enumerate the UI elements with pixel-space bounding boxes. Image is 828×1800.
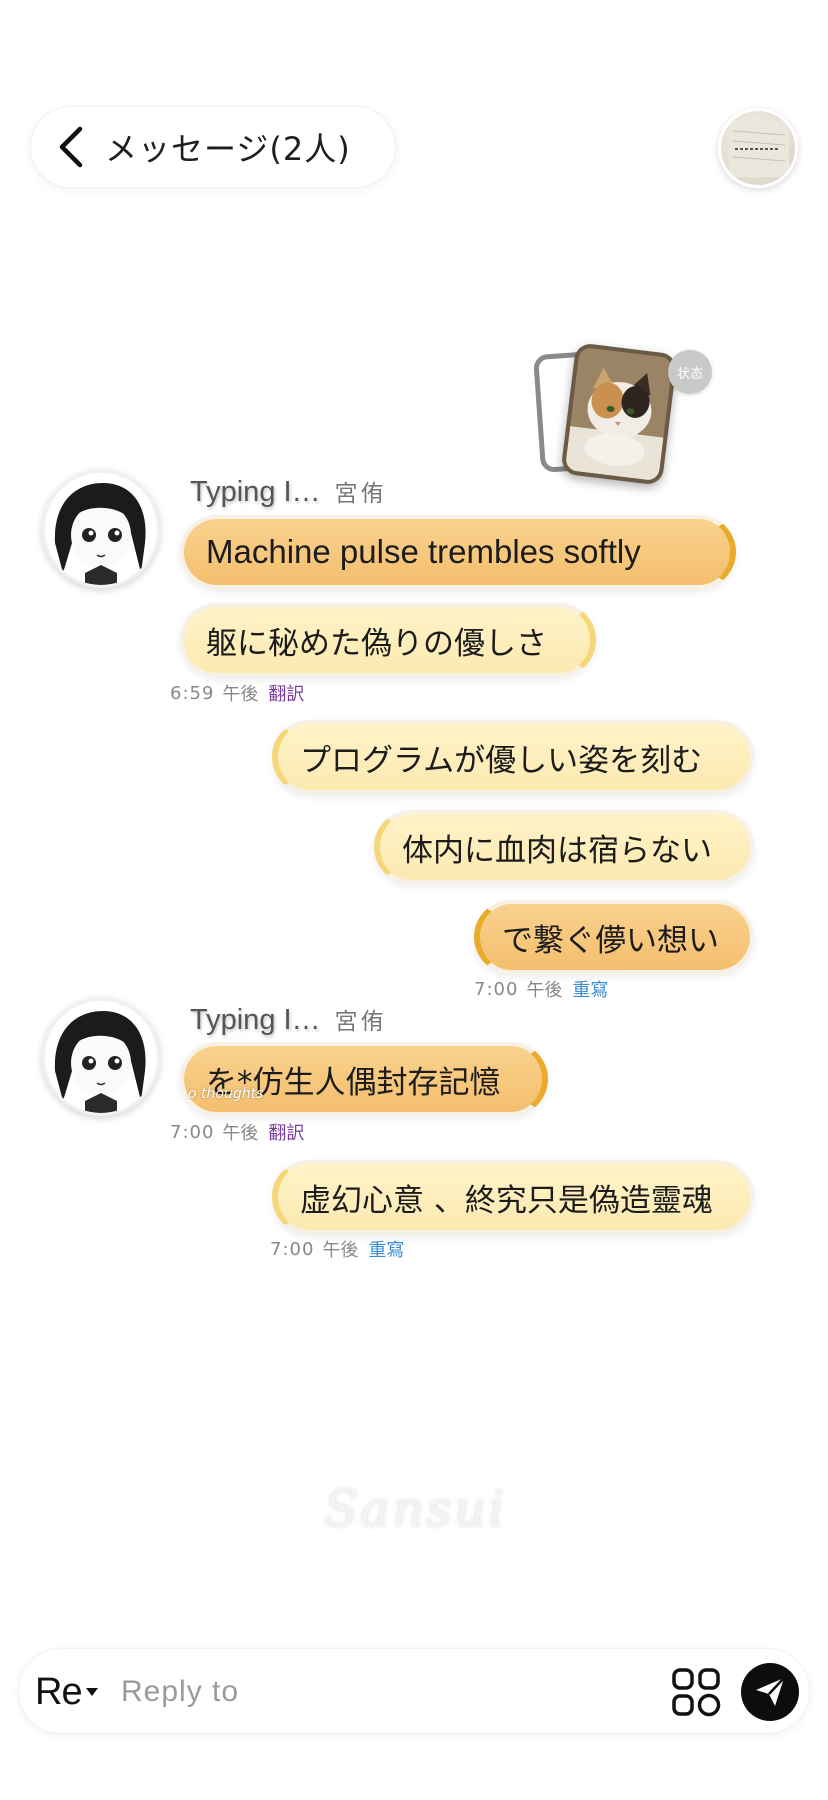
reply-mode-label: Re — [35, 1670, 83, 1713]
status-badge[interactable]: 状态 — [668, 350, 712, 394]
message-meta: 6:59 午後 翻訳 — [170, 680, 304, 706]
notebook-photo-icon — [729, 121, 789, 177]
send-icon — [756, 1677, 785, 1706]
message-bubble[interactable]: プログラムが優しい姿を刻む — [272, 720, 754, 794]
message-time: 7:00 — [170, 1121, 215, 1143]
status-card[interactable] — [560, 342, 678, 486]
page-title-text: メッセージ — [105, 130, 270, 168]
translate-link[interactable]: 翻訳 — [268, 1119, 304, 1145]
message-ampm: 午後 — [222, 684, 259, 705]
typing-indicator: Typing I… — [190, 476, 321, 508]
message-time: 7:00 — [474, 978, 519, 1000]
rewrite-link[interactable]: 重寫 — [368, 1236, 404, 1262]
message-text: プログラムが優しい姿を刻む — [300, 742, 703, 779]
anime-girl-avatar-icon — [45, 1001, 157, 1113]
overlay-text: o thoughts — [188, 1086, 264, 1102]
message-meta: 7:00 午後 重寫 — [270, 1236, 404, 1262]
sender-row: Typing I… 宮侑 — [190, 1002, 387, 1037]
message-bubble[interactable]: 躯に秘めた偽りの優しさ — [180, 603, 596, 677]
composer-bar: Re — [18, 1648, 810, 1734]
message-ampm: 午後 — [322, 1240, 359, 1261]
caret-down-icon — [85, 1688, 98, 1696]
member-count: (2人) — [269, 130, 351, 168]
message-text: 虚幻心意 、終究只是偽造靈魂 — [300, 1182, 713, 1219]
message-ampm: 午後 — [526, 980, 563, 1001]
message-ampm: 午後 — [222, 1123, 259, 1144]
send-button[interactable] — [741, 1663, 799, 1721]
chevron-left-icon[interactable] — [51, 123, 91, 171]
message-text: Machine pulse trembles softly — [206, 533, 641, 570]
sender-avatar[interactable] — [42, 470, 160, 588]
message-time: 6:59 — [170, 682, 215, 704]
message-meta: 7:00 午後 重寫 — [474, 976, 608, 1002]
reply-mode-toggle[interactable]: Re — [35, 1667, 98, 1717]
sender-name: 宮侑 — [334, 481, 387, 507]
message-bubble[interactable]: 体内に血肉は宿らない — [374, 810, 754, 884]
message-meta: 7:00 午後 翻訳 — [170, 1119, 304, 1145]
message-bubble[interactable]: 虚幻心意 、終究只是偽造靈魂 — [272, 1160, 754, 1234]
anime-girl-avatar-icon — [45, 473, 157, 585]
translate-link[interactable]: 翻訳 — [268, 680, 304, 706]
typing-indicator: Typing I… — [190, 1004, 321, 1036]
sender-avatar[interactable] — [42, 998, 160, 1116]
header-back-pill[interactable]: メッセージ(2人) — [30, 106, 396, 188]
watermark: Sansui — [323, 1480, 507, 1538]
message-text: 躯に秘めた偽りの優しさ — [206, 625, 547, 662]
chat-avatar[interactable] — [718, 108, 798, 188]
message-time: 7:00 — [270, 1238, 315, 1260]
page-title: メッセージ(2人) — [105, 124, 351, 170]
message-bubble[interactable]: を*仿生人偶封存記憶 — [180, 1042, 548, 1116]
message-bubble[interactable]: Machine pulse trembles softly — [180, 515, 736, 589]
rewrite-link[interactable]: 重寫 — [572, 976, 608, 1002]
message-text: で繋ぐ儚い想い — [502, 922, 719, 959]
sender-row: Typing I… 宮侑 — [190, 474, 387, 509]
apps-grid-icon[interactable] — [671, 1667, 721, 1717]
reply-input[interactable] — [121, 1667, 661, 1717]
cat-photo-icon — [564, 346, 674, 482]
message-text: 体内に血肉は宿らない — [402, 832, 712, 869]
sender-name: 宮侑 — [334, 1009, 387, 1035]
message-bubble[interactable]: で繋ぐ儚い想い — [474, 900, 754, 974]
